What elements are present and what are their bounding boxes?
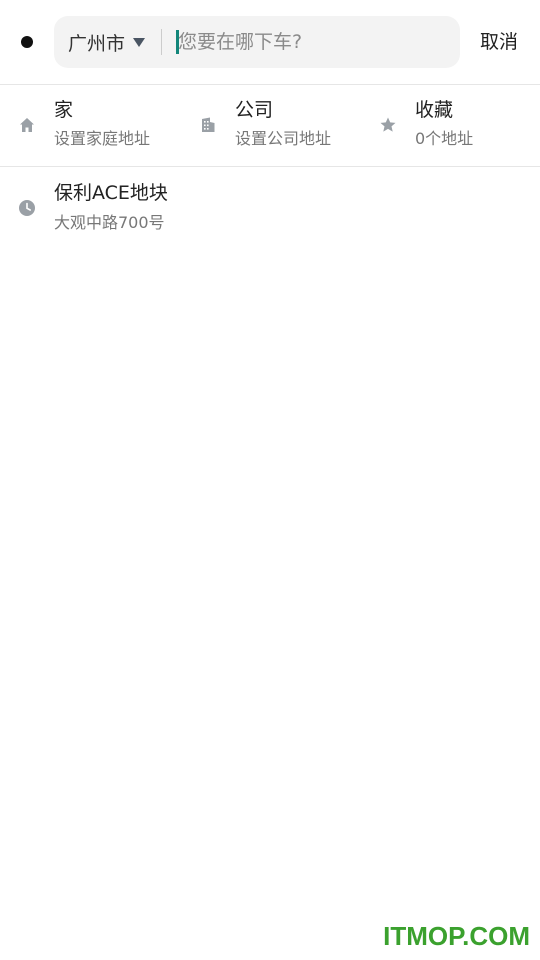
cancel-button[interactable]: 取消 (480, 28, 518, 56)
shortcut-row: 家 设置家庭地址 公司 设置公司地址 收藏 0个地址 (0, 85, 540, 167)
shortcut-home[interactable]: 家 设置家庭地址 (0, 85, 170, 166)
city-label: 广州市 (68, 32, 126, 55)
shortcut-company[interactable]: 公司 设置公司地址 (181, 85, 351, 166)
shortcut-title: 收藏 (415, 99, 454, 121)
shortcut-subtitle: 设置公司地址 (235, 129, 332, 148)
destination-input[interactable] (178, 16, 448, 68)
history-title: 保利ACE地块 (54, 182, 168, 204)
divider (161, 29, 162, 55)
screen: 广州市 取消 家 设置家庭地址 (0, 0, 540, 960)
shortcut-subtitle: 0个地址 (415, 129, 474, 148)
history-item[interactable]: 保利ACE地块 大观中路700号 (0, 167, 540, 247)
clock-icon (19, 200, 35, 216)
caret-down-icon (133, 37, 146, 47)
shortcut-title: 家 (54, 99, 74, 121)
shortcut-title: 公司 (235, 99, 274, 121)
search-header: 广州市 取消 (0, 0, 540, 85)
search-box[interactable]: 广州市 (54, 16, 460, 68)
shortcut-subtitle: 设置家庭地址 (54, 129, 151, 148)
start-dot-icon (21, 36, 33, 48)
building-icon (202, 117, 215, 132)
history-subtitle: 大观中路700号 (54, 213, 165, 232)
city-selector[interactable]: 广州市 (68, 16, 146, 68)
watermark-logo: ITMOP.COM (383, 921, 530, 951)
shortcut-favorites[interactable]: 收藏 0个地址 (361, 85, 531, 166)
home-icon (20, 118, 34, 132)
star-icon (380, 117, 396, 132)
